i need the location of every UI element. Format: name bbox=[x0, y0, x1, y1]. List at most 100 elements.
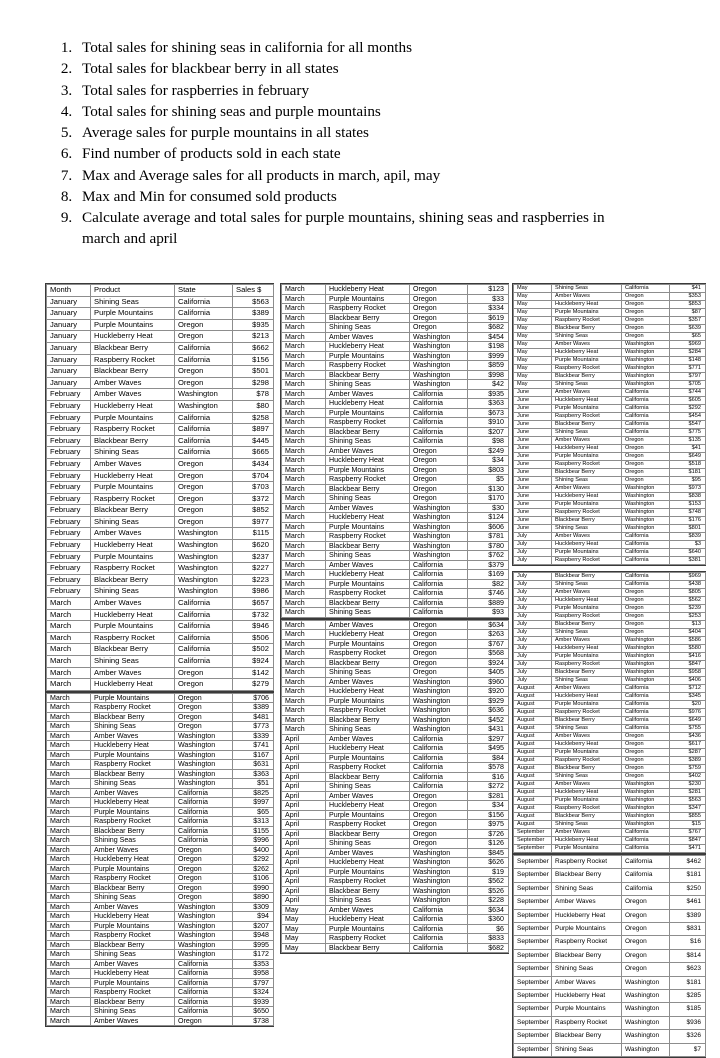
cell-sales: $682 bbox=[467, 322, 509, 333]
cell-product: Shining Seas bbox=[325, 550, 410, 561]
cell-state: Oregon bbox=[409, 474, 468, 485]
cell-state: Oregon bbox=[174, 515, 233, 529]
cell-state: Oregon bbox=[409, 619, 468, 630]
cell-product: Raspberry Rocket bbox=[551, 508, 622, 517]
cell-state: Washington bbox=[409, 857, 468, 868]
cell-state: Washington bbox=[621, 516, 670, 525]
cell-state: Oregon bbox=[174, 844, 233, 856]
cell-state: California bbox=[174, 806, 233, 818]
cell-sales: $253 bbox=[669, 612, 706, 621]
cell-product: Shining Seas bbox=[90, 655, 175, 668]
table-row: March Amber Waves Oregon $142 bbox=[46, 666, 274, 680]
cell-state: Oregon bbox=[621, 612, 670, 621]
cell-sales: $297 bbox=[467, 733, 509, 744]
cell-month: September bbox=[513, 1002, 552, 1017]
cell-state: Washington bbox=[621, 484, 670, 493]
cell-month: March bbox=[281, 667, 326, 678]
table-row: March Blackbear Berry California $889 bbox=[281, 597, 509, 608]
cell-sales: $495 bbox=[467, 743, 509, 754]
cell-state: Oregon bbox=[621, 604, 670, 613]
cell-product: Blackbear Berry bbox=[325, 885, 410, 896]
cell-sales: $839 bbox=[669, 532, 706, 541]
cell-state: Oregon bbox=[621, 620, 670, 629]
table-row: February Blackbear Berry California $445 bbox=[46, 434, 274, 448]
cell-product: Raspberry Rocket bbox=[325, 531, 410, 542]
cell-sales: $363 bbox=[232, 768, 274, 780]
cell-sales: $797 bbox=[232, 977, 274, 989]
cell-sales: $287 bbox=[669, 748, 706, 757]
cell-product: Raspberry Rocket bbox=[551, 364, 622, 373]
cell-sales: $780 bbox=[467, 540, 509, 551]
cell-state: California bbox=[621, 724, 670, 733]
cell-product: Amber Waves bbox=[325, 847, 410, 858]
column-header-month[interactable]: Month bbox=[46, 284, 91, 297]
sales-table: March Purple Mountains Oregon $706 March Rasp… bbox=[46, 692, 274, 1027]
table-row: June Huckleberry Heat Washington $838 bbox=[513, 492, 706, 501]
cell-sales: $746 bbox=[467, 588, 509, 599]
table-row: March Shining Seas California $98 bbox=[281, 436, 509, 447]
cell-sales: $172 bbox=[232, 949, 274, 960]
cell-product: Purple Mountains bbox=[90, 550, 175, 564]
table-row: March Huckleberry Heat California $363 bbox=[281, 398, 509, 409]
cell-state: Washington bbox=[621, 380, 670, 389]
cell-month: September bbox=[513, 895, 552, 910]
cell-month: March bbox=[46, 901, 91, 913]
cell-month: April bbox=[281, 876, 326, 887]
cell-month: May bbox=[513, 364, 552, 373]
cell-product: Purple Mountains bbox=[551, 604, 622, 613]
cell-product: Blackbear Berry bbox=[551, 812, 622, 821]
cell-sales: $920 bbox=[467, 686, 509, 697]
cell-product: Blackbear Berry bbox=[551, 716, 622, 725]
cell-month: March bbox=[46, 920, 91, 932]
cell-state: California bbox=[621, 548, 670, 557]
table-row: July Shining Seas California $438 bbox=[513, 580, 706, 589]
cell-product: Blackbear Berry bbox=[325, 942, 410, 953]
table-row: September Huckleberry Heat California $847 bbox=[513, 836, 706, 845]
table-row: March Purple Mountains Washington $167 bbox=[46, 749, 274, 761]
cell-state: Oregon bbox=[621, 588, 670, 597]
cell-sales: $223 bbox=[232, 573, 274, 587]
cell-product: Amber Waves bbox=[325, 676, 410, 687]
cell-month: August bbox=[513, 764, 552, 773]
table-row: March Huckleberry Heat Washington $198 bbox=[281, 341, 509, 352]
cell-month: September bbox=[513, 948, 552, 964]
cell-state: Oregon bbox=[621, 748, 670, 757]
column-header-state[interactable]: State bbox=[174, 284, 233, 297]
cell-month: June bbox=[513, 444, 552, 453]
cell-sales: $462 bbox=[669, 854, 706, 870]
cell-product: Raspberry Rocket bbox=[90, 816, 175, 827]
column-header-product[interactable]: Product bbox=[90, 284, 175, 297]
table-row: January Huckleberry Heat Oregon $213 bbox=[46, 330, 274, 343]
cell-product: Shining Seas bbox=[90, 721, 175, 732]
cell-month: January bbox=[46, 307, 91, 320]
cell-state: Washington bbox=[409, 705, 468, 716]
cell-state: California bbox=[621, 388, 670, 397]
cell-state: California bbox=[621, 428, 670, 437]
cell-state: Oregon bbox=[409, 648, 468, 659]
table-row: April Shining Seas California $272 bbox=[281, 781, 509, 792]
question-list: Total sales for shining seas in californ… bbox=[48, 38, 608, 250]
cell-sales: $563 bbox=[669, 796, 706, 805]
column-header-sales[interactable]: Sales $ bbox=[232, 284, 274, 297]
cell-month: August bbox=[513, 700, 552, 709]
cell-state: California bbox=[621, 716, 670, 725]
cell-state: California bbox=[174, 446, 233, 459]
cell-month: January bbox=[46, 295, 91, 309]
cell-month: April bbox=[281, 866, 326, 877]
cell-month: September bbox=[513, 975, 552, 991]
cell-product: Huckleberry Heat bbox=[90, 399, 175, 413]
cell-month: March bbox=[281, 445, 326, 456]
cell-product: Amber Waves bbox=[325, 502, 410, 513]
cell-product: Amber Waves bbox=[90, 388, 175, 401]
table-row: March Huckleberry Heat Washington $741 bbox=[46, 740, 274, 751]
cell-month: August bbox=[513, 796, 552, 805]
cell-state: Oregon bbox=[174, 721, 233, 732]
cell-product: Shining Seas bbox=[551, 284, 622, 293]
cell-state: Oregon bbox=[621, 476, 670, 485]
cell-sales: $845 bbox=[467, 847, 509, 858]
cell-month: January bbox=[46, 341, 91, 355]
cell-sales: $389 bbox=[669, 908, 706, 924]
cell-product: Raspberry Rocket bbox=[325, 417, 410, 428]
cell-state: Oregon bbox=[174, 318, 233, 332]
cell-month: May bbox=[513, 300, 552, 309]
